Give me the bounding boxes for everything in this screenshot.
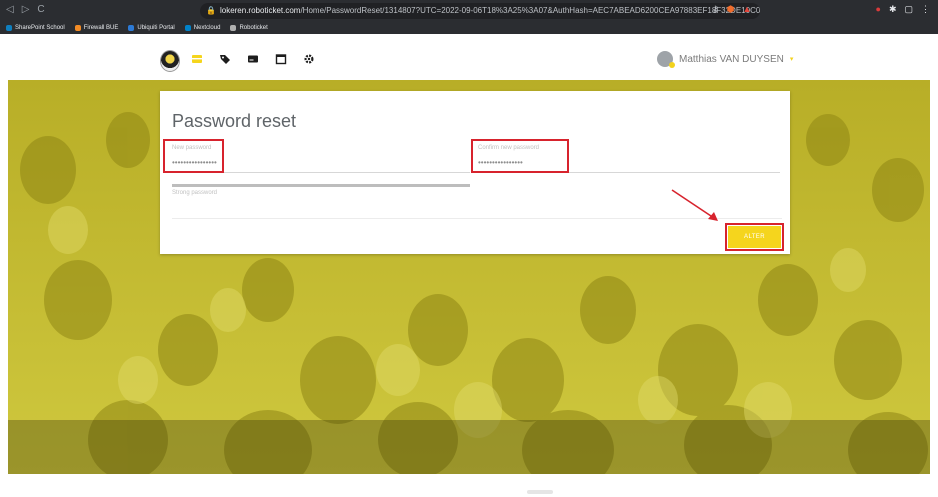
address-bar[interactable]: 🔒 lokeren.roboticket.com/Home/PasswordRes… (200, 3, 760, 19)
user-name: Matthias VAN DUYSEN (679, 53, 784, 65)
browser-nav-buttons: ◁ ▷ C (6, 4, 45, 15)
browser-extensions: ● ✱ ▢ ⋮ (876, 4, 931, 15)
chevron-down-icon: ▾ (789, 56, 794, 63)
window-icon[interactable]: ▢ (904, 4, 913, 15)
user-menu[interactable]: Matthias VAN DUYSEN ▾ (657, 51, 794, 68)
annotation-arrow-icon (671, 189, 718, 221)
card-icon[interactable] (246, 52, 260, 66)
bookmark-ubiquiti[interactable]: Ubiquiti Portal (128, 25, 175, 31)
menu-icon[interactable]: ⋮ (921, 4, 930, 15)
bookmark-nextcloud[interactable]: Nextcloud (184, 25, 220, 31)
main-nav (190, 52, 316, 66)
confirm-password-field: Confirm new password (478, 143, 780, 173)
password-strength-label: Strong password (172, 190, 218, 196)
password-strength-bar (172, 184, 470, 187)
url-domain: lokeren.roboticket.com (219, 6, 301, 15)
shield-icon[interactable]: ⬢ (727, 4, 735, 15)
page-title: Password reset (172, 111, 297, 131)
url-path: /Home/PasswordReset/1314807?UTC=2022-09-… (300, 6, 760, 15)
tickets-icon[interactable] (190, 52, 204, 66)
bookmark-icon (184, 25, 191, 31)
new-password-label: New password (172, 145, 212, 151)
forward-icon[interactable]: ▷ (22, 4, 30, 15)
bookmark-icon (6, 25, 12, 31)
club-logo[interactable] (160, 50, 180, 72)
calendar-icon[interactable] (274, 52, 288, 66)
avatar (657, 51, 675, 68)
extension-red-icon[interactable]: ● (876, 4, 881, 15)
bookmarks-bar: SharePoint School Firewall BUE Ubiquiti … (0, 22, 938, 34)
bookmark-roboticket[interactable]: Roboticket (230, 25, 268, 31)
bookmark-icon (230, 25, 237, 31)
lock-icon: 🔒 (206, 6, 216, 15)
bookmark-firewall[interactable]: Firewall BUE (74, 25, 118, 31)
confirm-password-label: Confirm new password (478, 145, 540, 151)
bookmark-icon (74, 25, 81, 31)
bookmark-sharepoint[interactable]: SharePoint School (6, 25, 65, 31)
reload-icon[interactable]: C (37, 4, 44, 15)
puzzle-icon[interactable]: ✱ (889, 4, 897, 15)
settings-icon[interactable] (302, 52, 316, 66)
password-reset-card: Password reset New password Confirm new … (160, 91, 790, 254)
new-password-field: New password (172, 143, 470, 173)
tag-icon[interactable] (218, 52, 232, 66)
back-icon[interactable]: ◁ (6, 4, 14, 15)
site-header: Matthias VAN DUYSEN ▾ (0, 34, 938, 80)
new-password-input[interactable] (172, 155, 470, 169)
address-bar-actions: ⚷ ⬢ ▲ (712, 4, 751, 15)
key-icon[interactable]: ⚷ (712, 4, 719, 15)
alert-icon[interactable]: ▲ (742, 4, 751, 15)
confirm-password-input[interactable] (478, 155, 780, 169)
page-footer (0, 474, 938, 497)
footer-element (527, 490, 553, 494)
bookmark-icon (128, 25, 135, 31)
browser-toolbar: ◁ ▷ C 🔒 lokeren.roboticket.com/Home/Passw… (0, 0, 938, 22)
alter-button[interactable]: ALTER (728, 226, 781, 248)
